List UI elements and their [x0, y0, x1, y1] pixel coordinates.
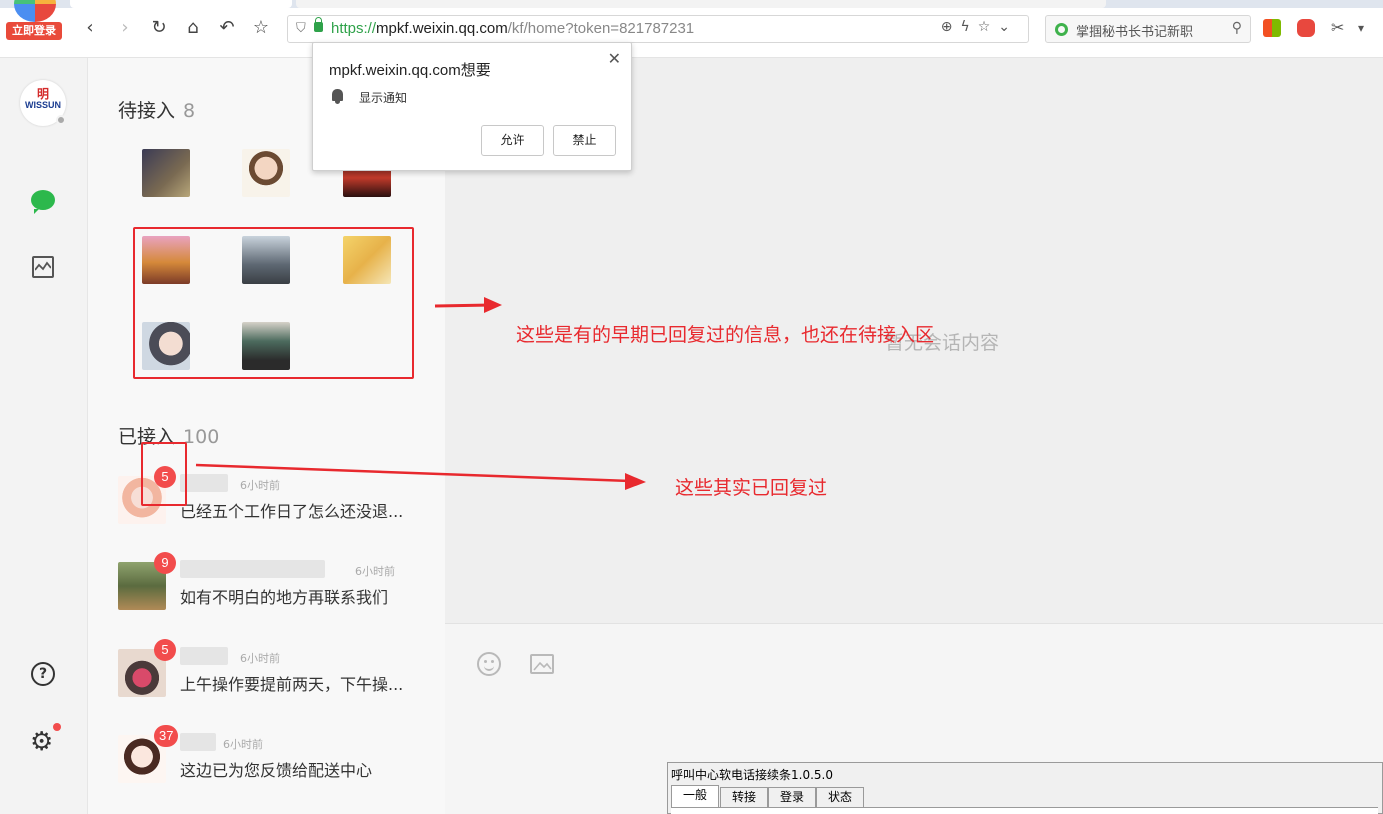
annotation-arrowhead [625, 473, 646, 490]
bell-icon [332, 89, 343, 104]
annotation-arrow-line [434, 303, 493, 308]
annotation-arrows [195, 297, 646, 490]
tab-status[interactable]: 状态 [816, 787, 864, 807]
accepted-annotation: 这些其实已回复过 [675, 477, 828, 499]
annotation-arrowhead [484, 297, 502, 313]
allow-button[interactable]: 允许 [481, 125, 544, 156]
notification-permission-popup: mpkf.weixin.qq.com想要 ✕ 显示通知 允许 禁止 [312, 42, 632, 171]
tab-transfer[interactable]: 转接 [720, 787, 768, 807]
block-button[interactable]: 禁止 [553, 125, 616, 156]
call-window-title: 呼叫中心软电话接续条1.0.5.0 [671, 768, 833, 782]
tab-login[interactable]: 登录 [768, 787, 816, 807]
tab-general[interactable]: 一般 [671, 785, 719, 807]
annotation-arrow-line [195, 463, 631, 483]
permission-description: 显示通知 [359, 91, 408, 105]
call-center-window: 呼叫中心软电话接续条1.0.5.0 一般 转接 登录 状态 [667, 762, 1383, 814]
close-icon[interactable]: ✕ [608, 49, 621, 68]
waiting-annotation: 这些是有的早期已回复过的信息，也还在待接入区 [516, 324, 935, 346]
call-window-body [671, 807, 1378, 814]
permission-title: mpkf.weixin.qq.com想要 [329, 62, 491, 79]
